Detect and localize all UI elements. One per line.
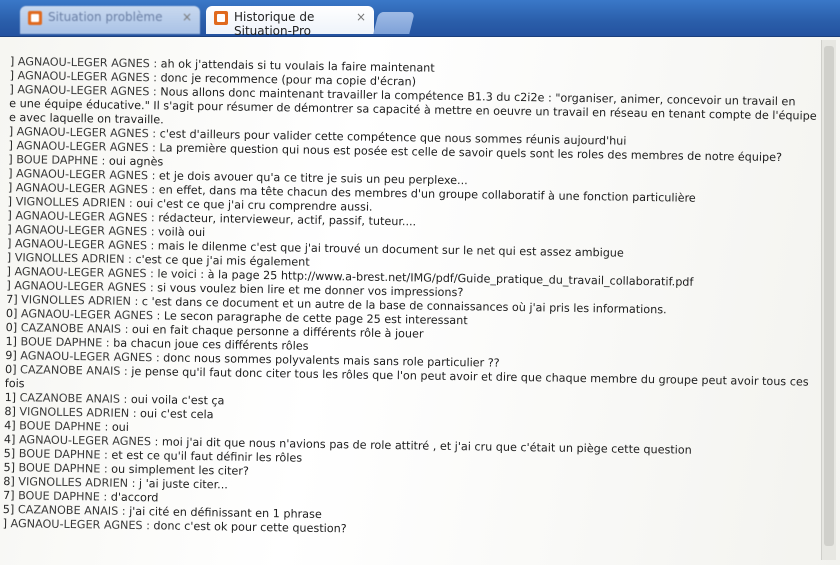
tab-title: Situation problème xyxy=(48,10,163,24)
chat-speaker: AGNAOU-LEGER AGNES : xyxy=(14,279,154,295)
chat-speaker: AGNAOU-LEGER AGNES : xyxy=(15,223,155,239)
chat-text: d'accord xyxy=(110,490,159,505)
chat-text: e avec laquelle on travaille. xyxy=(8,110,164,127)
chat-speaker: AGNAOU-LEGER AGNES : xyxy=(15,209,155,225)
chat-speaker: VIGNOLLES ADRIEN : xyxy=(21,293,139,309)
chat-prefix: 1] xyxy=(4,390,17,405)
chat-text: oui voila c'est ça xyxy=(130,392,225,408)
chat-speaker: AGNAOU-LEGER AGNES : xyxy=(20,307,161,323)
new-tab-button[interactable] xyxy=(373,12,415,34)
chat-speaker: BOUE DAPHNE : xyxy=(16,153,106,168)
chat-speaker: VIGNOLLES ADRIEN : xyxy=(18,475,136,491)
chat-speaker: BOUE DAPHNE : xyxy=(18,447,108,462)
chat-prefix: 0] xyxy=(5,306,18,321)
chat-prefix: ] xyxy=(8,166,13,181)
chat-prefix: ] xyxy=(6,278,11,293)
chat-prefix: 8] xyxy=(3,474,15,489)
chat-prefix: ] xyxy=(7,222,12,237)
chat-text: oui xyxy=(111,420,130,434)
chat-prefix: 4] xyxy=(3,432,16,447)
page-favicon-icon xyxy=(28,11,42,25)
chat-speaker: AGNAOU-LEGER AGNES : xyxy=(10,517,151,533)
chat-prefix: ] xyxy=(8,138,14,153)
chat-text: fois xyxy=(4,376,25,391)
chat-prefix: 5] xyxy=(3,446,16,461)
chat-speaker: AGNAOU-LEGER AGNES : xyxy=(17,83,157,99)
chat-speaker: AGNAOU-LEGER AGNES : xyxy=(18,433,159,449)
chat-prefix: ] xyxy=(7,180,13,195)
chat-text: voilà oui xyxy=(157,225,206,240)
chat-prefix: 5] xyxy=(2,502,15,517)
chat-speaker: CAZANOBE ANAIS : xyxy=(17,503,126,518)
chat-prefix: ] xyxy=(6,236,12,251)
chat-speaker: BOUE DAPHNE : xyxy=(18,489,108,504)
close-icon[interactable]: × xyxy=(356,10,366,24)
chat-speaker: AGNAOU-LEGER AGNES : xyxy=(14,237,155,253)
chat-speaker: CAZANOBE ANAIS : xyxy=(19,391,128,406)
chat-prefix: 7] xyxy=(6,292,18,307)
chat-speaker: VIGNOLLES ADRIEN : xyxy=(15,195,133,210)
chat-prefix: ] xyxy=(6,250,12,265)
chat-prefix: 4] xyxy=(4,418,16,433)
chat-prefix: 1] xyxy=(5,334,18,349)
chat-text: oui c'est cela xyxy=(139,407,214,422)
chat-speaker: AGNAOU-LEGER AGNES : xyxy=(15,167,156,183)
chat-speaker: AGNAOU-LEGER AGNES : xyxy=(16,139,156,155)
chat-prefix: ] xyxy=(6,264,12,279)
chat-prefix: 0] xyxy=(4,362,17,377)
chat-speaker: BOUE DAPHNE : xyxy=(18,461,108,476)
chat-text: donc c'est ok pour cette question? xyxy=(153,519,347,536)
chat-prefix: ] xyxy=(9,55,15,69)
chat-prefix: 9] xyxy=(5,348,17,363)
chat-prefix: ] xyxy=(2,516,8,531)
chat-speaker: AGNAOU-LEGER AGNES : xyxy=(15,181,156,197)
chat-log: ] AGNAOU-LEGER AGNES : ah ok j'attendais… xyxy=(2,55,817,543)
chat-prefix: 0] xyxy=(5,320,18,335)
chat-speaker: AGNAOU-LEGER AGNES : xyxy=(14,265,154,281)
chat-text: j 'ai juste citer... xyxy=(138,477,228,492)
chat-speaker: AGNAOU-LEGER AGNES : xyxy=(17,55,158,71)
close-icon[interactable]: × xyxy=(182,10,192,24)
chat-prefix: ] xyxy=(7,208,12,223)
chat-speaker: CAZANOBE ANAIS : xyxy=(20,363,128,378)
chat-speaker: VIGNOLLES ADRIEN : xyxy=(19,405,137,421)
page-favicon-icon xyxy=(214,11,228,25)
chat-speaker: BOUE DAPHNE : xyxy=(19,419,109,434)
scrollbar-thumb[interactable] xyxy=(824,46,834,546)
chat-prefix: ] xyxy=(7,194,13,209)
chat-speaker: AGNAOU-LEGER AGNES : xyxy=(16,125,157,141)
chat-prefix: 5] xyxy=(3,460,16,475)
chat-text: ou simplement les citer? xyxy=(111,462,249,478)
chat-prefix: 8] xyxy=(4,404,16,419)
chat-prefix: ] xyxy=(8,152,13,167)
chat-speaker: CAZANOBE ANAIS : xyxy=(20,321,129,336)
chat-prefix: ] xyxy=(9,68,15,83)
chat-speaker: BOUE DAPHNE : xyxy=(20,335,110,350)
tab-situation-probleme[interactable]: Situation problème × xyxy=(20,6,200,34)
tab-historique[interactable]: Historique de Situation-Pro × xyxy=(206,6,374,38)
browser-tab-bar: Situation problème × Historique de Situa… xyxy=(0,0,840,38)
tab-title: Historique de Situation-Pro xyxy=(234,10,315,38)
chat-text: c'est ce que j'ai mis également xyxy=(135,252,310,269)
chat-prefix: ] xyxy=(9,82,14,97)
chat-text: oui agnès xyxy=(108,154,164,169)
chat-speaker: AGNAOU-LEGER AGNES : xyxy=(17,69,158,85)
chat-speaker: AGNAOU-LEGER AGNES : xyxy=(20,349,160,365)
chat-speaker: VIGNOLLES ADRIEN : xyxy=(14,251,132,266)
chat-prefix: ] xyxy=(8,124,14,139)
vertical-scrollbar[interactable] xyxy=(821,40,836,560)
chat-prefix: 7] xyxy=(2,488,15,503)
